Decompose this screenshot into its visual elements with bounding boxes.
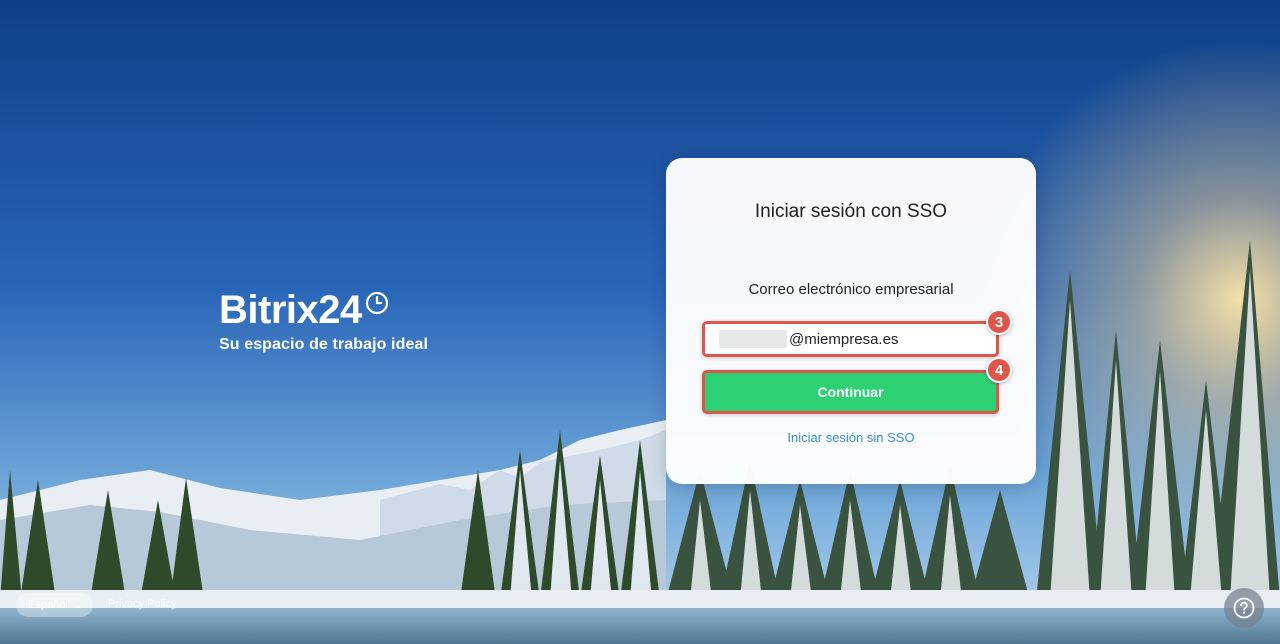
card-title: Iniciar sesión con SSO [754,201,948,222]
email-field[interactable]: @miempresa.es [702,321,999,357]
brand-block: Bitrix24 Su espacio de trabajo ideal [219,288,428,354]
brand-logo: Bitrix24 [219,288,362,332]
email-label: Correo electrónico empresarial [748,281,954,298]
brand-slogan: Su espacio de trabajo ideal [219,336,428,353]
email-domain-text: @miempresa.es [789,330,899,348]
background-landscape [0,0,1280,644]
continue-button[interactable]: Continuar [702,370,999,414]
question-icon [1233,597,1255,619]
chevron-down-icon: ⌄ [73,599,82,610]
language-label: Español [28,599,68,611]
annotation-badge-3: 3 [986,309,1012,335]
clock-icon [365,291,388,315]
privacy-policy-link[interactable]: Privacy Policy [108,598,176,610]
annotation-badge-4: 4 [986,357,1012,383]
login-without-sso-link[interactable]: Iniciar sesión sin SSO [666,430,1036,445]
sso-login-card: Iniciar sesión con SSO Correo electrónic… [666,158,1036,484]
language-selector[interactable]: Español ⌄ [16,593,94,617]
help-button[interactable] [1224,588,1264,628]
email-redacted-user [719,330,787,348]
